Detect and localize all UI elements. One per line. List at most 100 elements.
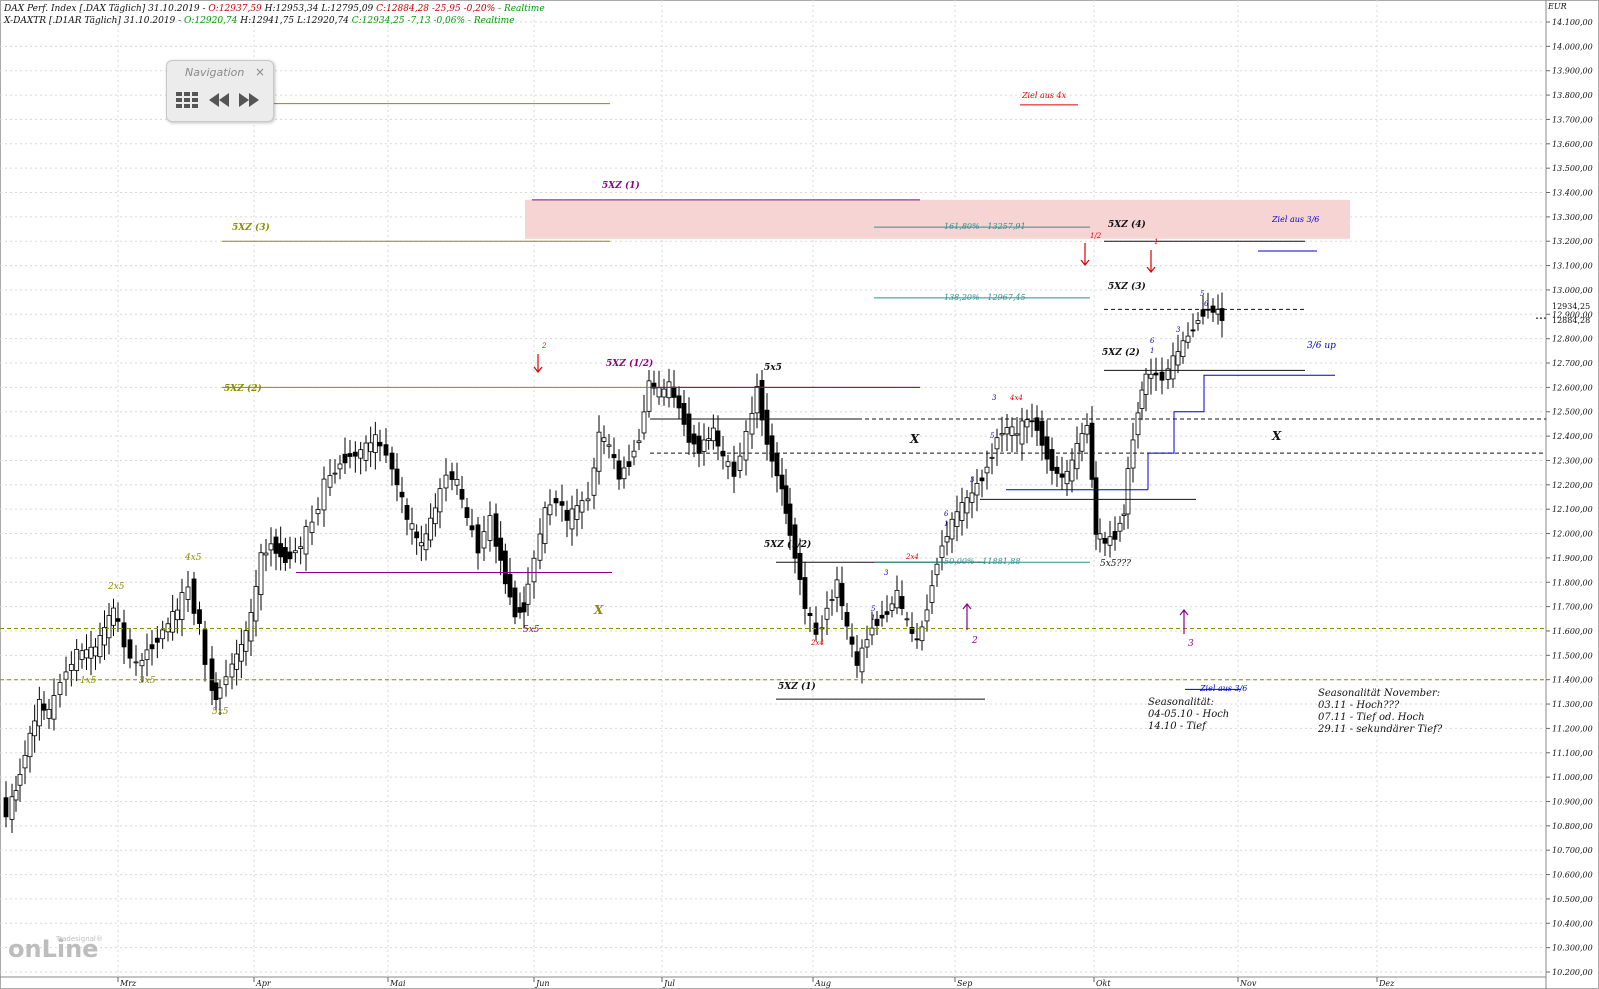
rewind-icon[interactable] bbox=[207, 89, 231, 111]
candle-up bbox=[834, 579, 840, 598]
candle-down bbox=[759, 379, 765, 421]
candle-up bbox=[234, 653, 240, 670]
candle-down bbox=[564, 509, 570, 521]
y-tick-label: 10.700,00 bbox=[1552, 846, 1593, 855]
header-dax: DAX Perf. Index [.DAX Täglich] 31.10.201… bbox=[4, 4, 545, 14]
label-1x5: 1x5 bbox=[80, 676, 97, 686]
seasonality-november-line3: 29.11 - sekundärer Tief? bbox=[1318, 724, 1443, 735]
candle-up bbox=[144, 649, 150, 661]
candle-up bbox=[238, 644, 244, 662]
label-down-1: 1 bbox=[1154, 238, 1158, 246]
candle-down bbox=[1153, 372, 1159, 376]
candle-up bbox=[636, 440, 642, 443]
candle-up bbox=[292, 550, 298, 554]
candle-down bbox=[469, 525, 475, 531]
label-5xz3: 5XZ (3) bbox=[1108, 281, 1146, 292]
candle-up bbox=[133, 661, 139, 664]
candlestick-chart[interactable]: 10.200,00 10.300,00 10.400,00 10.500,00 10.6… bbox=[0, 0, 1599, 989]
candle-down bbox=[979, 477, 985, 482]
wave-count-11: 5 bbox=[1200, 290, 1205, 298]
candle-up bbox=[656, 387, 662, 398]
grid-icon[interactable] bbox=[175, 89, 199, 111]
fast-forward-icon[interactable] bbox=[237, 89, 261, 111]
candle-up bbox=[829, 599, 835, 601]
header-xdax-close: C:12934,25 -7,13 -0,06% bbox=[348, 16, 466, 26]
candle-up bbox=[223, 676, 229, 686]
candle-up bbox=[994, 437, 1000, 450]
x-tick-label-apr: Apr bbox=[255, 979, 272, 988]
candle-down bbox=[347, 453, 353, 457]
candle-up bbox=[32, 720, 38, 737]
candle-up bbox=[959, 502, 965, 521]
candle-down bbox=[681, 403, 687, 425]
candle-up bbox=[428, 517, 434, 541]
candle-up bbox=[437, 488, 443, 513]
header-dax-close: C:12884,28 -25,95 -0,20% bbox=[373, 4, 496, 14]
candle-up bbox=[248, 612, 254, 642]
candle-down bbox=[383, 444, 389, 456]
candle-down bbox=[197, 609, 202, 624]
label-fib-161: 161,80% - 13257,91 bbox=[944, 222, 1026, 231]
candle-up bbox=[97, 635, 103, 658]
candle-up bbox=[106, 615, 112, 639]
label-fib-138: 138,20% - 12967,45 bbox=[944, 293, 1026, 302]
candle-up bbox=[904, 618, 910, 621]
seasonality-october-line1: 04-05.10 - Hoch bbox=[1148, 709, 1230, 720]
candle-up bbox=[170, 611, 176, 633]
candle-up bbox=[864, 639, 870, 648]
candle-up bbox=[36, 698, 42, 727]
candle-down bbox=[389, 452, 395, 470]
candle-down bbox=[797, 552, 803, 580]
y-tick-label: 11.100,00 bbox=[1552, 749, 1593, 758]
candle-up bbox=[57, 682, 63, 696]
candle-up bbox=[185, 586, 191, 600]
label-2x4-left: 2x4 bbox=[810, 639, 824, 647]
y-tick-label: 11.500,00 bbox=[1552, 651, 1593, 660]
candle-up bbox=[939, 545, 945, 558]
candle-down bbox=[1159, 371, 1165, 381]
candle-up bbox=[1143, 373, 1149, 395]
label-5xz2: 5XZ (2) bbox=[1102, 347, 1140, 358]
wave-count-12: 6 bbox=[1204, 300, 1209, 308]
chart-canvas[interactable]: 10.200,00 10.300,00 10.400,00 10.500,00 10.6… bbox=[0, 0, 1599, 989]
candle-down bbox=[553, 498, 559, 504]
candle-down bbox=[498, 537, 504, 561]
y-tick-label: 10.400,00 bbox=[1552, 919, 1593, 928]
wave-count-0: 5 bbox=[871, 605, 876, 613]
candle-up bbox=[537, 533, 543, 561]
y-tick-label: 10.200,00 bbox=[1552, 968, 1593, 977]
candle-down bbox=[1112, 531, 1118, 540]
label-down-2: 2 bbox=[541, 342, 547, 350]
candle-up bbox=[258, 552, 264, 595]
wave-count-3: 6 bbox=[944, 510, 949, 518]
candle-up bbox=[585, 498, 591, 502]
label-5x5-okt: 5x5??? bbox=[1100, 559, 1131, 569]
candle-up bbox=[217, 687, 223, 699]
candle-down bbox=[1039, 420, 1045, 446]
candle-down bbox=[507, 573, 513, 598]
candle-up bbox=[303, 526, 309, 555]
candle-down bbox=[696, 435, 702, 454]
candle-down bbox=[209, 658, 215, 691]
header-xdax-realtime: - Realtime bbox=[465, 16, 515, 26]
target-zone bbox=[525, 199, 1350, 239]
candle-up bbox=[1014, 433, 1020, 436]
candle-up bbox=[531, 557, 537, 583]
label-2x5: 2x5 bbox=[107, 582, 125, 592]
label-x-aug: X bbox=[909, 432, 920, 446]
navigation-panel[interactable]: Navigation × bbox=[166, 60, 274, 122]
candle-down bbox=[611, 454, 617, 459]
candle-down bbox=[278, 543, 284, 558]
y-tick-label: 12.800,00 bbox=[1552, 335, 1593, 344]
close-icon[interactable]: × bbox=[255, 65, 265, 79]
y-tick-label: 11.000,00 bbox=[1552, 773, 1593, 782]
candle-up bbox=[1009, 426, 1015, 436]
y-tick-label: 12.100,00 bbox=[1552, 505, 1593, 514]
candle-down bbox=[377, 441, 383, 447]
wave-count-7: 5 bbox=[990, 432, 995, 440]
candle-up bbox=[641, 411, 647, 434]
candle-up bbox=[418, 542, 424, 547]
candle-up bbox=[165, 623, 171, 633]
candle-down bbox=[879, 614, 885, 619]
label-36-up: 3/6 up bbox=[1307, 341, 1336, 351]
